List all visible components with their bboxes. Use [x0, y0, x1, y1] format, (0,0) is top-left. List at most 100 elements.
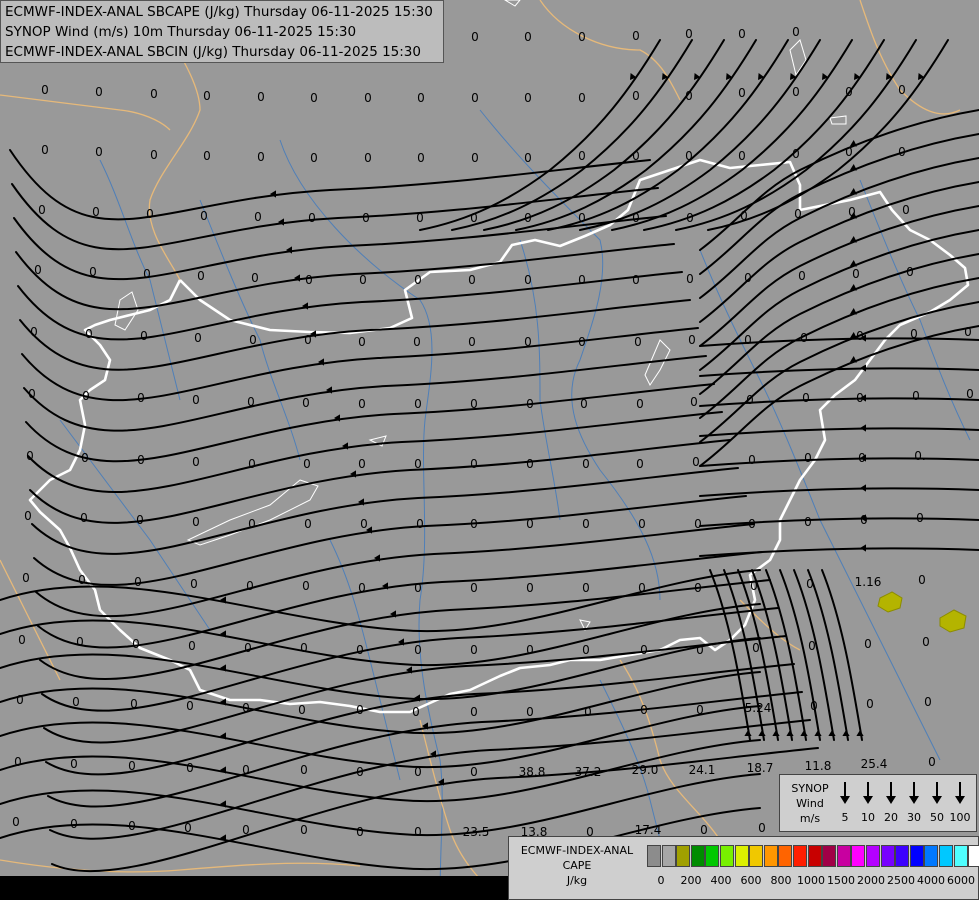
cin-value-label: 0: [414, 765, 422, 779]
cin-value-label: 0: [898, 83, 906, 97]
cin-value-label: 0: [470, 765, 478, 779]
cin-value-label: 0: [738, 86, 746, 100]
cin-value-label: 0: [848, 205, 856, 219]
cin-value-label: 0: [12, 815, 20, 829]
bottom-black-bar: [0, 876, 508, 900]
cin-value-label: 0: [80, 511, 88, 525]
cin-value-label: 0: [526, 705, 534, 719]
cin-value-label: 0: [41, 143, 49, 157]
cin-value-label: 24.1: [689, 763, 716, 777]
cin-value-label: 0: [470, 397, 478, 411]
cin-value-label: 0: [902, 203, 910, 217]
cin-value-label: 0: [898, 145, 906, 159]
cin-value-label: 0: [70, 757, 78, 771]
cin-value-label: 0: [685, 149, 693, 163]
cin-value-label: 0: [524, 273, 532, 287]
cape-tick-label: 600: [740, 874, 762, 887]
cin-value-label: 37.2: [575, 765, 602, 779]
cape-color-swatch: [647, 845, 661, 867]
cape-tick-label: 6000: [947, 874, 975, 887]
map-canvas: 0 0 0 0 0 0 0 0 0 0 0 0 0 0 0 0 0 0 0 0 0 0 0 0 0 0 0 0 0 0 0 0 0 0 0 0 0 0 0 0…: [0, 0, 979, 900]
cin-value-label: 0: [28, 387, 36, 401]
cin-value-label: 0: [257, 150, 265, 164]
cin-value-label: 0: [254, 210, 262, 224]
cin-value-label: 0: [358, 335, 366, 349]
cin-value-label: 17.4: [635, 823, 662, 837]
cin-value-label: 0: [470, 643, 478, 657]
cin-value-label: 0: [194, 331, 202, 345]
synop-speed-label: 5: [841, 811, 849, 824]
cape-color-swatch: [895, 845, 910, 867]
cin-value-label: 0: [203, 149, 211, 163]
cin-value-label: 0: [696, 703, 704, 717]
cape-tick-label: 0: [657, 874, 665, 887]
cin-value-label: 0: [526, 643, 534, 657]
cin-value-label: 0: [800, 331, 808, 345]
synop-legend-subtitle: Wind: [796, 797, 824, 810]
cin-value-label: 0: [748, 453, 756, 467]
cape-color-swatch: [690, 845, 705, 867]
cin-value-label: 0: [81, 451, 89, 465]
cape-legend-unit: J/kg: [566, 874, 588, 887]
cin-value-label: 0: [16, 693, 24, 707]
cin-value-label: 0: [578, 211, 586, 225]
cape-tick-label: 1500: [827, 874, 855, 887]
cin-value-label: 0: [304, 333, 312, 347]
cin-value-label: 0: [414, 581, 422, 595]
cape-color-swatch: [822, 845, 837, 867]
cape-legend-label: ECMWF-INDEX-ANAL CAPE J/kg: [511, 843, 643, 888]
cape-color-swatch: [676, 845, 691, 867]
cin-value-label: 0: [356, 765, 364, 779]
cin-value-label: 0: [203, 89, 211, 103]
cin-value-label: 0: [804, 515, 812, 529]
cape-color-swatch: [909, 845, 924, 867]
cin-value-label: 0: [694, 581, 702, 595]
cin-value-label: 0: [414, 643, 422, 657]
cin-value-label: 0: [636, 397, 644, 411]
synop-legend-unit: m/s: [799, 812, 821, 825]
cin-value-label: 0: [24, 509, 32, 523]
cin-value-label: 0: [924, 695, 932, 709]
cin-value-label: 0: [414, 273, 422, 287]
cin-value-label: 0: [582, 457, 590, 471]
cape-tick-label: 400: [710, 874, 732, 887]
cin-value-label: 0: [416, 211, 424, 225]
synop-speed-label: 10: [861, 811, 875, 824]
synop-barb-icon: [903, 780, 925, 806]
cin-value-label: 18.7: [747, 761, 774, 775]
cin-value-label: 0: [136, 513, 144, 527]
cape-color-swatch: [778, 845, 793, 867]
cape-color-swatch: [880, 845, 895, 867]
cin-value-label: 0: [928, 755, 936, 769]
cin-value-label: 0: [792, 25, 800, 39]
cin-value-label: 0: [798, 269, 806, 283]
cin-value-label: 0.: [914, 449, 925, 463]
synop-speed-label: 100: [949, 811, 971, 824]
cin-value-label: 0: [249, 333, 257, 347]
cin-value-label: 0: [638, 581, 646, 595]
cin-value-label: 0: [303, 457, 311, 471]
map-title-box: ECMWF-INDEX-ANAL SBCAPE (J/kg) Thursday …: [0, 0, 444, 63]
cin-value-label: 0: [14, 755, 22, 769]
cape-tick-label: 200: [680, 874, 702, 887]
cin-value-label: 0: [471, 30, 479, 44]
cin-value-label: 0: [634, 335, 642, 349]
cin-value-label: 0: [910, 327, 918, 341]
cin-value-label: 0: [578, 335, 586, 349]
cin-value-label: 0: [580, 397, 588, 411]
cin-value-label: 29.0: [632, 763, 659, 777]
cin-value-label: 0: [758, 821, 766, 835]
cin-value-label: 0: [744, 271, 752, 285]
title-line-cape: ECMWF-INDEX-ANAL SBCAPE (J/kg) Thursday …: [5, 4, 433, 20]
cin-value-label: 0: [685, 27, 693, 41]
cin-value-label: 0: [364, 151, 372, 165]
cin-value-label: 0: [524, 211, 532, 225]
cin-value-label: 0: [470, 705, 478, 719]
cin-value-label: 0: [251, 271, 259, 285]
cape-legend-title: ECMWF-INDEX-ANAL: [520, 844, 634, 857]
cin-value-label: 0: [416, 517, 424, 531]
cin-value-label: 5.24: [745, 701, 772, 715]
cin-value-label: 0: [128, 759, 136, 773]
cin-value-label: 0: [308, 211, 316, 225]
cin-value-label: 0: [470, 517, 478, 531]
